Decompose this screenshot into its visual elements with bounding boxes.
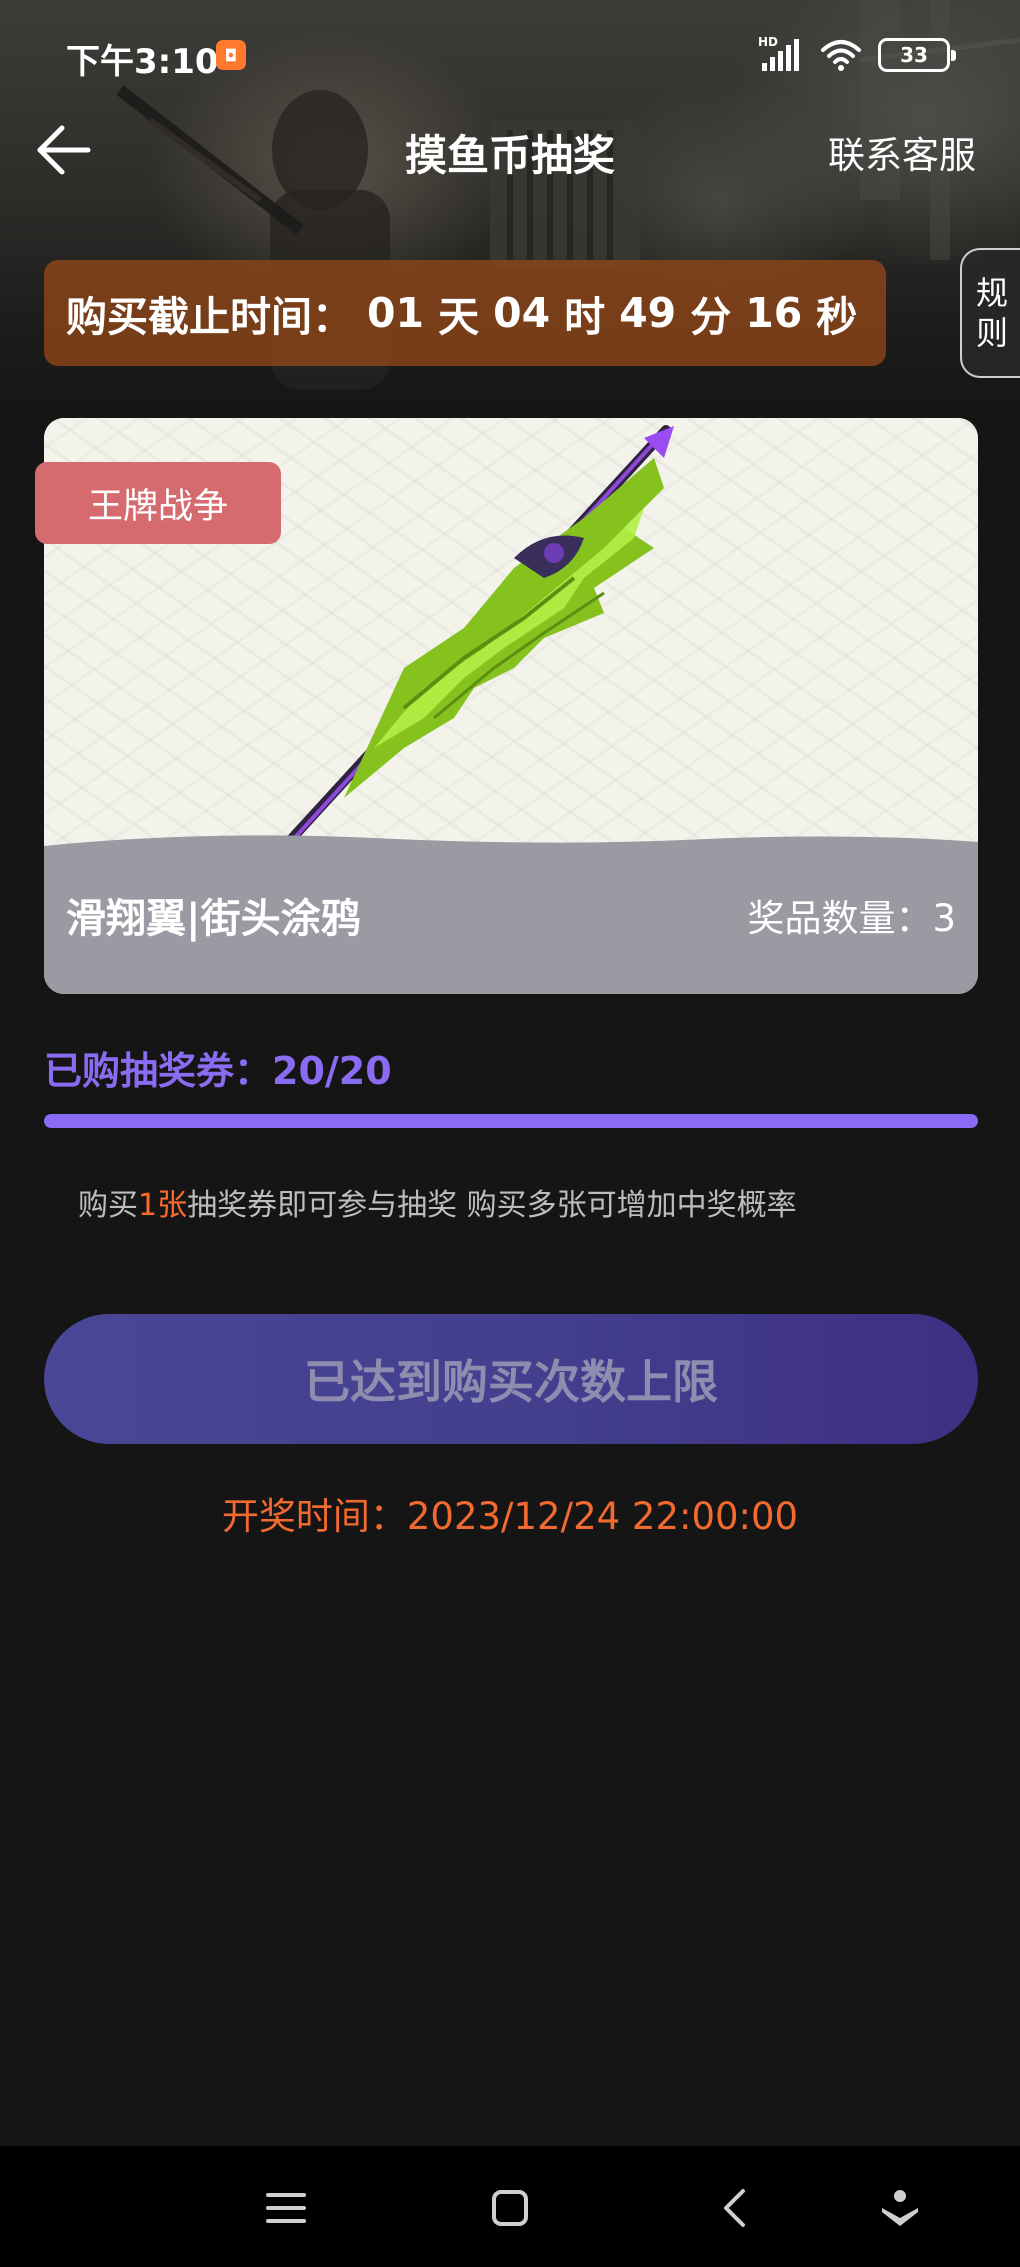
countdown-days: 01 — [367, 289, 425, 337]
home-button[interactable] — [482, 2180, 538, 2236]
app-notification-icon: ◘ — [216, 40, 246, 70]
countdown-seconds: 16 — [745, 289, 803, 337]
countdown-seconds-unit: 秒 — [816, 293, 858, 341]
countdown-minutes: 49 — [619, 289, 677, 337]
menu-icon — [266, 2193, 306, 2223]
status-bar: 下午3:10 ◘ HD 33 — [0, 0, 1020, 110]
contact-support-button[interactable]: 联系客服 — [828, 125, 976, 179]
countdown-hours-unit: 时 — [564, 293, 606, 341]
draw-time: 开奖时间：2023/12/24 22:00:00 — [221, 1495, 799, 1538]
countdown-label: 购买截止时间： — [66, 293, 353, 341]
status-time: 下午3:10 — [66, 42, 219, 82]
countdown-minutes-unit: 分 — [690, 293, 732, 341]
purchase-hint: 购买1张抽奖券即可参与抽奖 购买多张可增加中奖概率 — [78, 1180, 797, 1224]
rules-button[interactable]: 规 则 — [960, 248, 1020, 378]
rules-label-line1: 规 — [975, 274, 1008, 312]
tickets-progress-fill — [44, 1114, 978, 1128]
hint-text-before: 购买 — [78, 1188, 138, 1223]
game-tag: 王牌战争 — [35, 462, 281, 544]
prize-quantity: 奖品数量：3 — [747, 897, 956, 940]
purchase-limit-button[interactable]: 已达到购买次数上限 — [44, 1314, 978, 1444]
wifi-icon — [821, 40, 861, 71]
tickets-progress-bar — [44, 1114, 978, 1128]
hint-highlight: 1张 — [138, 1188, 188, 1223]
purchased-tickets-label: 已购抽奖券：20/20 — [44, 1049, 392, 1093]
assistant-button[interactable] — [872, 2180, 928, 2236]
battery-icon: 33 — [878, 38, 956, 72]
assistant-icon — [882, 2190, 918, 2226]
countdown-days-unit: 天 — [438, 293, 480, 341]
countdown-hours: 04 — [493, 289, 551, 337]
system-navigation-bar — [0, 2146, 1020, 2267]
cellular-signal-icon: HD — [758, 35, 804, 73]
rules-label-line2: 则 — [975, 314, 1008, 352]
nav-back-button[interactable] — [706, 2180, 762, 2236]
purchase-deadline-countdown: 购买截止时间： 01 天 04 时 49 分 16 秒 — [44, 260, 886, 366]
status-icons: HD 33 — [758, 35, 956, 74]
chevron-left-icon — [724, 2189, 745, 2227]
top-nav-bar: 摸鱼币抽奖 联系客服 — [0, 110, 1020, 190]
home-square-icon — [492, 2190, 528, 2226]
lottery-page: 下午3:10 ◘ HD 33 摸鱼币抽奖 联系客服 购买截止时间： 01 天 0… — [0, 0, 1020, 2267]
prize-name: 滑翔翼|街头涂鸦 — [66, 896, 361, 942]
hint-text-after: 抽奖券即可参与抽奖 购买多张可增加中奖概率 — [187, 1188, 797, 1223]
menu-button[interactable] — [258, 2180, 314, 2236]
